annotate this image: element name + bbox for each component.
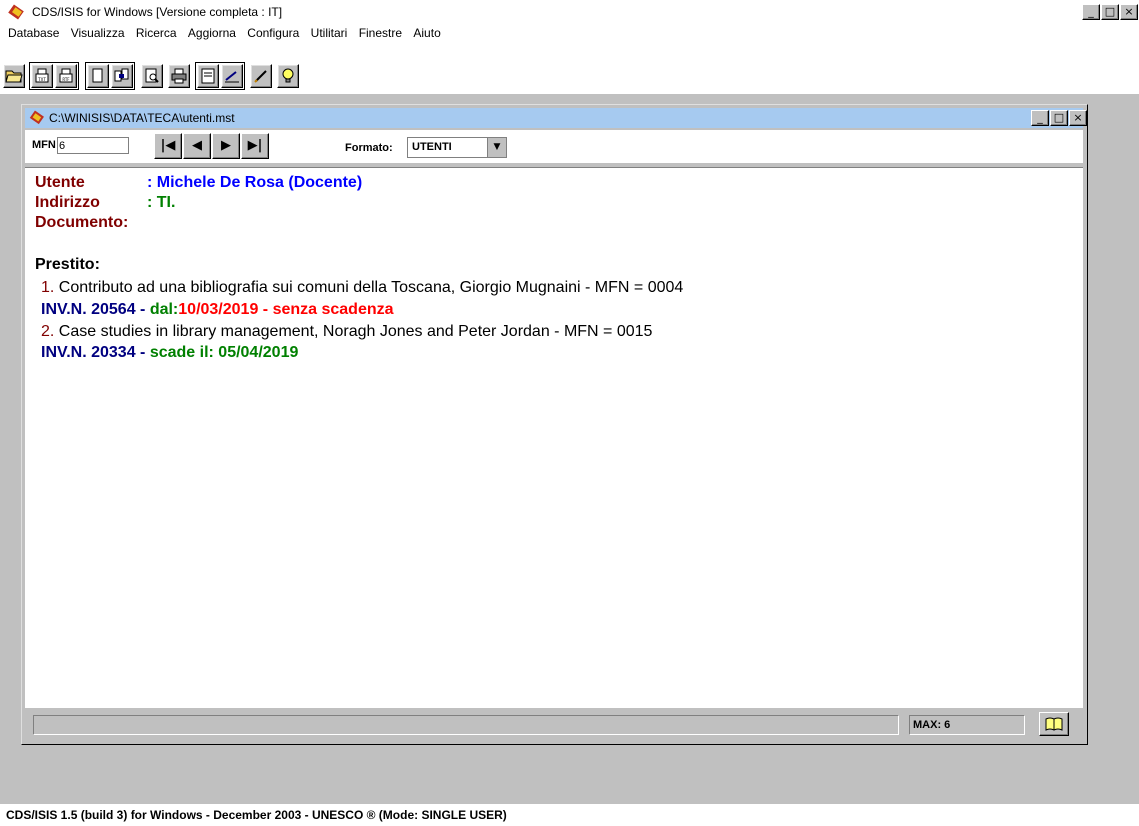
menu-ricerca[interactable]: Ricerca — [136, 26, 177, 40]
print-rtf-icon[interactable]: RTF — [55, 64, 77, 88]
loan-1-number: 1. — [41, 279, 55, 296]
loan-1-title: Contributo ad una bibliografia sui comun… — [54, 279, 684, 296]
prestito-label: Prestito: — [35, 256, 100, 273]
close-button[interactable]: × — [1120, 4, 1138, 20]
formato-select[interactable]: UTENTI ▼ — [407, 137, 507, 158]
record-window-title: C:\WINISIS\DATA\TECA\utenti.mst — [49, 111, 235, 125]
utente-line: Utente : Michele De Rosa (Docente) — [35, 174, 362, 192]
menu-visualizza[interactable]: Visualizza — [71, 26, 125, 40]
last-record-button[interactable]: ▶| — [241, 133, 269, 159]
record-minimize-button[interactable]: _ — [1031, 110, 1049, 126]
record-status-row: MAX: 6 — [25, 709, 1083, 739]
application-status-bar: CDS/ISIS 1.5 (build 3) for Windows - Dec… — [0, 804, 1139, 826]
lightbulb-icon[interactable] — [277, 64, 299, 88]
loan-1-title-line: 1. Contributo ad una bibliografia sui co… — [41, 279, 683, 297]
svg-text:RTF: RTF — [62, 77, 70, 82]
loan-2-inv-line: INV.N. 20334 - scade il: 05/04/2019 — [41, 344, 298, 362]
menu-database[interactable]: Database — [8, 26, 59, 40]
copy-records-icon[interactable] — [111, 64, 133, 88]
printer-icon[interactable] — [168, 64, 190, 88]
loan-1-date-value: 10/03/2019 - senza scadenza — [178, 301, 394, 318]
record-window: C:\WINISIS\DATA\TECA\utenti.mst _ □ × MF… — [21, 104, 1088, 745]
app-logo-icon — [8, 4, 24, 20]
utente-label: Utente — [35, 174, 85, 191]
menu-utilitari[interactable]: Utilitari — [311, 26, 348, 40]
minimize-button[interactable]: _ — [1082, 4, 1100, 20]
loan-2-title: Case studies in library management, Nora… — [54, 323, 653, 340]
menu-configura[interactable]: Configura — [247, 26, 299, 40]
loan-2-date-prefix: scade il: 05/04/2019 — [149, 344, 299, 361]
menu-bar: Database Visualizza Ricerca Aggiorna Con… — [0, 25, 1139, 42]
book-icon[interactable] — [1039, 712, 1069, 736]
indirizzo-line: Indirizzo : TI. — [35, 194, 175, 212]
print-txt-icon[interactable]: TXT — [31, 64, 53, 88]
max-records-field: MAX: 6 — [909, 715, 1025, 735]
first-record-button[interactable]: |◀ — [154, 133, 182, 159]
record-window-logo-icon — [29, 110, 44, 125]
mfn-input[interactable]: 6 — [57, 137, 129, 154]
preview-icon[interactable] — [141, 64, 163, 88]
svg-text:TXT: TXT — [37, 77, 46, 82]
pencil-icon[interactable] — [250, 64, 272, 88]
open-folder-icon[interactable] — [3, 64, 25, 88]
formato-label: Formato: — [345, 142, 393, 154]
form-icon[interactable] — [197, 64, 219, 88]
record-display: Utente : Michele De Rosa (Docente) Indiri… — [25, 167, 1083, 708]
formato-value: UTENTI — [412, 141, 452, 153]
loan-2-number: 2. — [41, 323, 55, 340]
loan-1-inv: INV.N. 20564 - — [41, 301, 150, 318]
menu-aiuto[interactable]: Aiuto — [413, 26, 440, 40]
app-title: CDS/ISIS for Windows [Versione completa … — [32, 5, 283, 19]
maximize-button[interactable]: □ — [1101, 4, 1119, 20]
app-window-controls: _ □ × — [1082, 4, 1139, 20]
mfn-label: MFN — [32, 139, 56, 151]
copy-icon[interactable] — [87, 64, 109, 88]
toolbar: TXT RTF — [0, 42, 1139, 94]
loan-2-title-line: 2. Case studies in library management, N… — [41, 323, 652, 341]
previous-record-button[interactable]: ◀ — [183, 133, 211, 159]
record-maximize-button[interactable]: □ — [1050, 110, 1068, 126]
record-window-controls: _ □ × — [1031, 110, 1088, 126]
navigation-bar: MFN 6 |◀ ◀ ▶ ▶| Formato: UTENTI ▼ — [25, 130, 1083, 163]
chevron-down-icon[interactable]: ▼ — [487, 138, 506, 157]
app-title-bar: CDS/ISIS for Windows [Versione completa … — [0, 0, 1139, 25]
message-field — [33, 715, 899, 735]
loan-1-date-prefix: dal: — [149, 301, 179, 318]
indirizzo-label: Indirizzo — [35, 194, 100, 211]
indirizzo-value: : TI. — [147, 194, 176, 211]
utente-value: : Michele De Rosa (Docente) — [147, 174, 363, 191]
menu-finestre[interactable]: Finestre — [359, 26, 402, 40]
documento-label: Documento: — [35, 214, 129, 231]
record-window-title-bar: C:\WINISIS\DATA\TECA\utenti.mst _ □ × — [25, 108, 1087, 128]
record-close-button[interactable]: × — [1069, 110, 1087, 126]
loan-1-inv-line: INV.N. 20564 - dal:10/03/2019 - senza sc… — [41, 301, 394, 319]
next-record-button[interactable]: ▶ — [212, 133, 240, 159]
loan-2-inv: INV.N. 20334 - — [41, 344, 150, 361]
menu-aggiorna[interactable]: Aggiorna — [188, 26, 236, 40]
edit-pen-icon[interactable] — [221, 64, 243, 88]
